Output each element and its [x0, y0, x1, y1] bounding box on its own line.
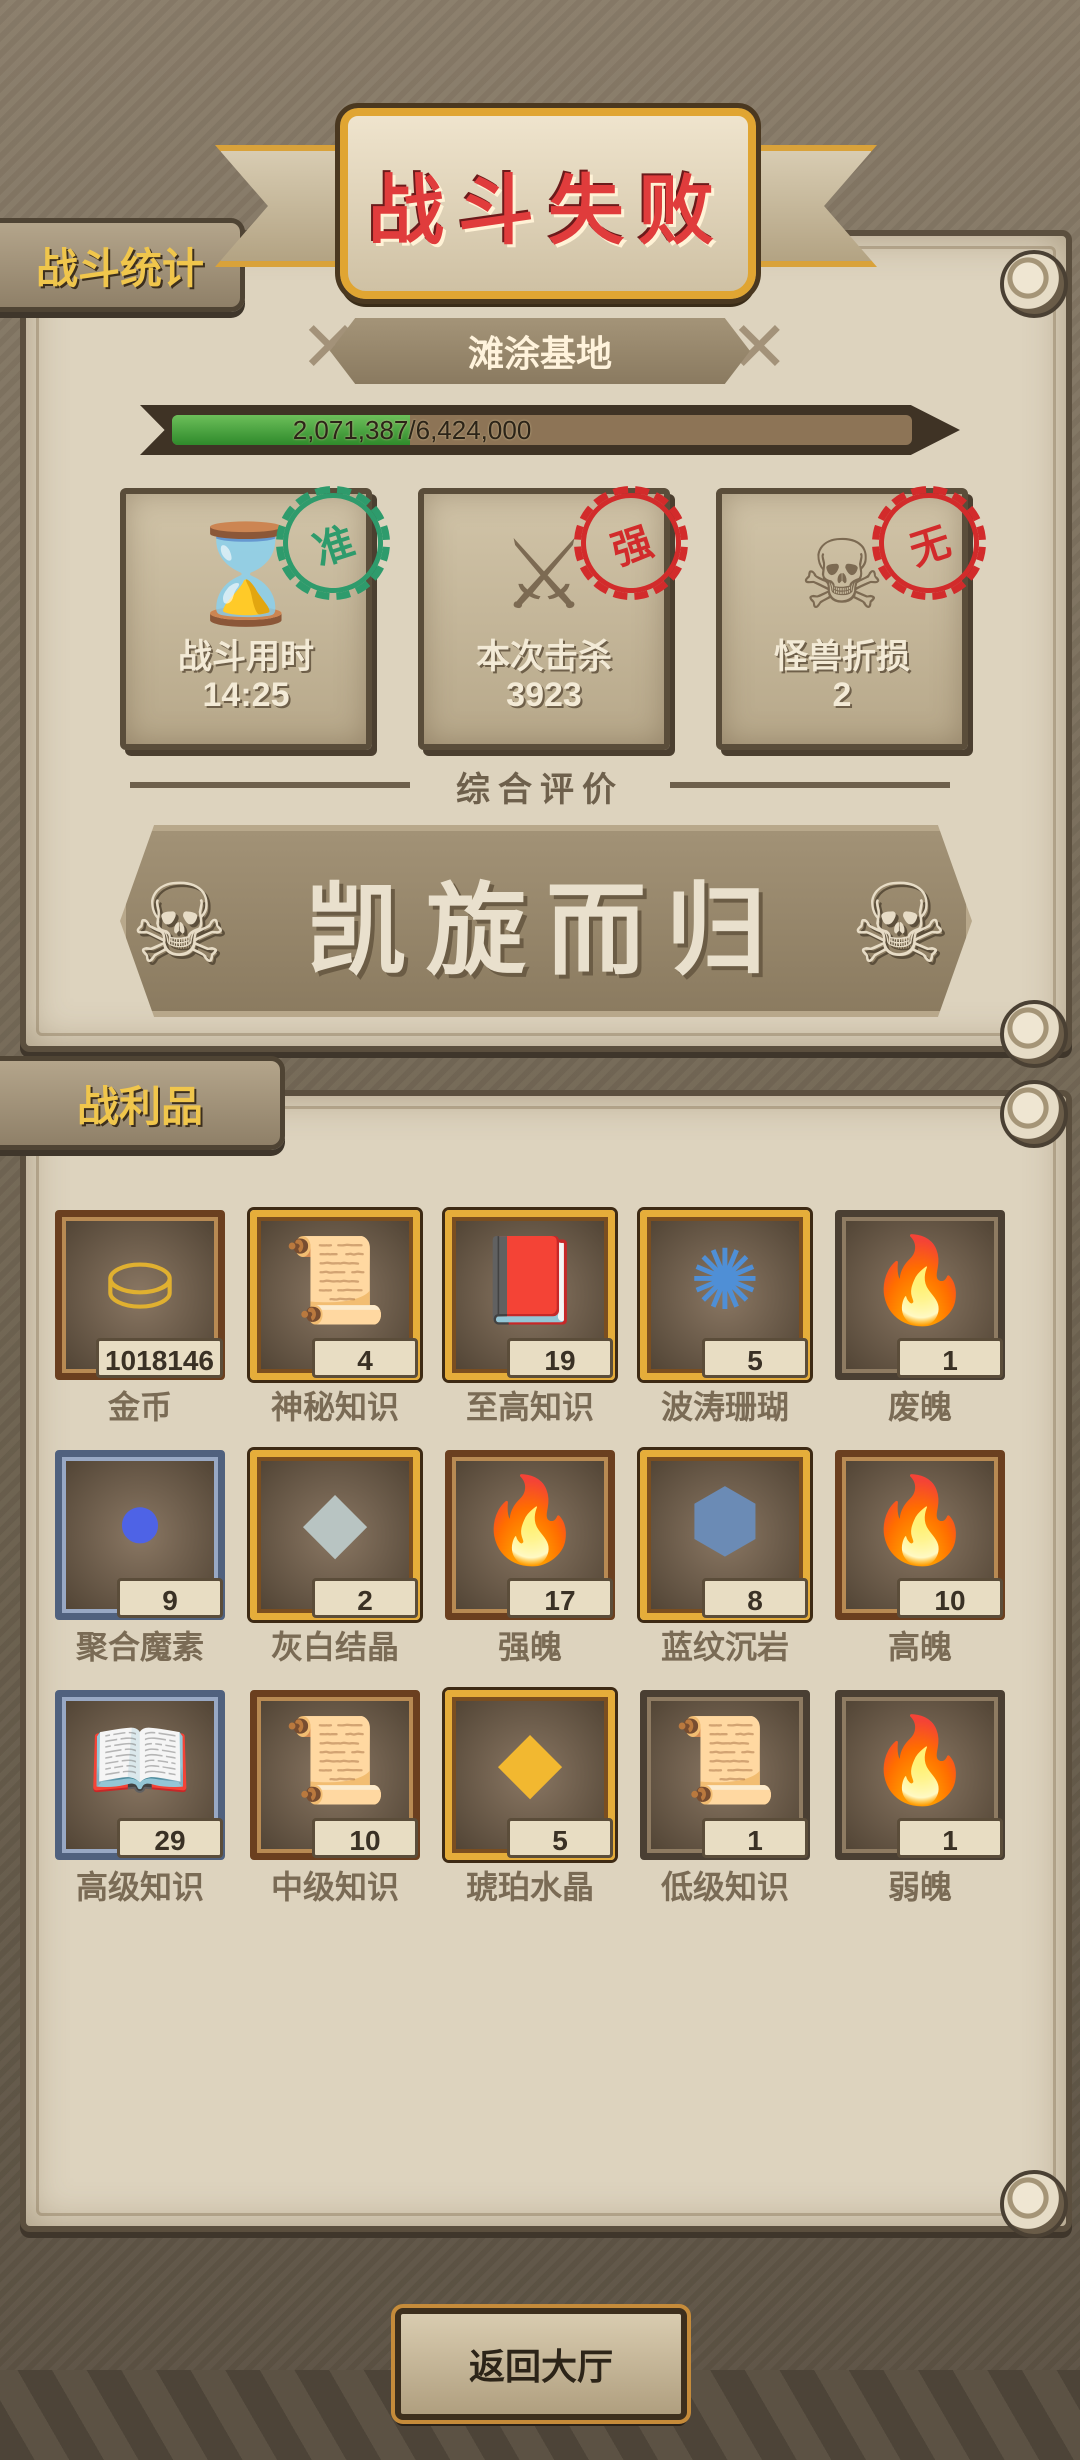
scroll-curl-icon	[1000, 250, 1068, 318]
stat-label: 怪兽折损	[774, 638, 910, 676]
purple-book-icon: 📕	[477, 1233, 583, 1327]
loot-item[interactable]: ⬢ 8 蓝纹沉岩	[640, 1450, 810, 1665]
gold-coin-icon: ⛀	[104, 1233, 176, 1327]
beast-skull-icon: ☠	[130, 863, 229, 986]
loot-count: 5	[702, 1338, 808, 1378]
stat-value: 3923	[506, 676, 582, 714]
tablet-icon: 📜	[282, 1233, 388, 1327]
red-flame-icon: 🔥	[867, 1473, 973, 1567]
loot-name: 蓝纹沉岩	[660, 1629, 789, 1665]
small-scroll-icon: 📜	[672, 1713, 778, 1807]
divider	[670, 782, 950, 788]
loot-count: 1	[702, 1818, 808, 1858]
loot-name: 金币	[107, 1389, 172, 1425]
loot-name: 聚合魔素	[75, 1629, 204, 1665]
stat-card-time: ⌛ 准 战斗用时 14:25	[120, 471, 405, 750]
scroll-icon: 📜	[282, 1713, 388, 1807]
loot-count: 5	[507, 1818, 613, 1858]
stat-label: 战斗用时	[178, 638, 314, 676]
loot-item[interactable]: 🔥 10 高魄	[835, 1450, 1005, 1665]
loot-item[interactable]: ⛀ 1018146 金币	[55, 1210, 225, 1425]
stat-card-kills: ⚔ 强 本次击杀 3923	[418, 471, 703, 750]
loot-count: 1	[897, 1338, 1003, 1378]
loot-count: 8	[702, 1578, 808, 1618]
divider	[130, 782, 410, 788]
loot-name: 高魄	[887, 1629, 952, 1665]
scroll-curl-icon	[1000, 1000, 1068, 1068]
stat-value: 2	[832, 676, 852, 714]
loot-name: 中级知识	[270, 1869, 399, 1905]
loot-name: 低级知识	[660, 1869, 789, 1905]
beast-skull-icon: ☠	[850, 863, 949, 986]
loot-name: 强魄	[497, 1629, 562, 1665]
scroll-curl-icon	[1000, 2170, 1068, 2238]
stat-card-losses: ☠ 无 怪兽折损 2	[716, 471, 1001, 750]
loot-count: 19	[507, 1338, 613, 1378]
gray-crystal-icon: ◆	[302, 1473, 368, 1567]
stat-label: 本次击杀	[476, 638, 612, 676]
loot-name: 至高知识	[465, 1389, 594, 1425]
loot-name: 波涛珊瑚	[660, 1389, 789, 1425]
loot-count: 1	[897, 1818, 1003, 1858]
return-lobby-button[interactable]: 返回大厅	[391, 2304, 691, 2424]
blue-orb-icon: ●	[114, 1473, 166, 1567]
loot-item[interactable]: ◆ 2 灰白结晶	[250, 1450, 420, 1665]
loot-item[interactable]: 📖 29 高级知识	[55, 1690, 225, 1905]
page-title: 战斗失败	[368, 168, 728, 254]
loot-item[interactable]: 🔥 17 强魄	[445, 1450, 615, 1665]
loot-count: 29	[117, 1818, 223, 1858]
location-label: 滩涂基地	[330, 318, 750, 384]
loot-item[interactable]: ✺ 5 波涛珊瑚	[640, 1210, 810, 1425]
coral-icon: ✺	[689, 1233, 761, 1327]
loot-count: 9	[117, 1578, 223, 1618]
amber-crystal-icon: ◆	[497, 1713, 563, 1807]
loot-count: 10	[897, 1578, 1003, 1618]
loot-count: 4	[312, 1338, 418, 1378]
loot-item[interactable]: 🔥 1 废魄	[835, 1210, 1005, 1425]
loot-count: 1018146	[95, 1338, 223, 1378]
loot-name: 神秘知识	[270, 1389, 399, 1425]
pale-flame-icon: 🔥	[867, 1233, 973, 1327]
loot-item[interactable]: 📜 10 中级知识	[250, 1690, 420, 1905]
grade-banner: 凯旋而归	[120, 825, 972, 1017]
brown-book-icon: 📖	[87, 1713, 193, 1807]
section-tab-stats: 战斗统计	[0, 218, 245, 312]
loot-name: 灰白结晶	[270, 1629, 399, 1665]
scroll-curl-icon	[1000, 1080, 1068, 1148]
loot-item[interactable]: 📜 4 神秘知识	[250, 1210, 420, 1425]
small-flame-icon: 🔥	[867, 1713, 973, 1807]
loot-count: 2	[312, 1578, 418, 1618]
loot-count: 17	[507, 1578, 613, 1618]
loot-item[interactable]: 📕 19 至高知识	[445, 1210, 615, 1425]
loot-name: 废魄	[887, 1389, 952, 1425]
loot-name: 琥珀水晶	[465, 1869, 594, 1905]
loot-name: 高级知识	[75, 1869, 204, 1905]
loot-item[interactable]: ◆ 5 琥珀水晶	[445, 1690, 615, 1905]
progress-text: 2,071,387/6,424,000	[292, 414, 532, 445]
grade-text: 凯旋而归	[306, 874, 786, 987]
loot-item[interactable]: ● 9 聚合魔素	[55, 1450, 225, 1665]
rating-label: 综合评价	[456, 771, 624, 809]
stat-value: 14:25	[202, 676, 290, 714]
loot-count: 10	[312, 1818, 418, 1858]
loot-item[interactable]: 🔥 1 弱魄	[835, 1690, 1005, 1905]
title-plate: 战斗失败	[335, 103, 761, 304]
blue-rock-icon: ⬢	[688, 1473, 762, 1567]
loot-item[interactable]: 📜 1 低级知识	[640, 1690, 810, 1905]
orange-flame-icon: 🔥	[477, 1473, 583, 1567]
loot-name: 弱魄	[887, 1869, 952, 1905]
section-tab-loot: 战利品	[0, 1056, 285, 1150]
